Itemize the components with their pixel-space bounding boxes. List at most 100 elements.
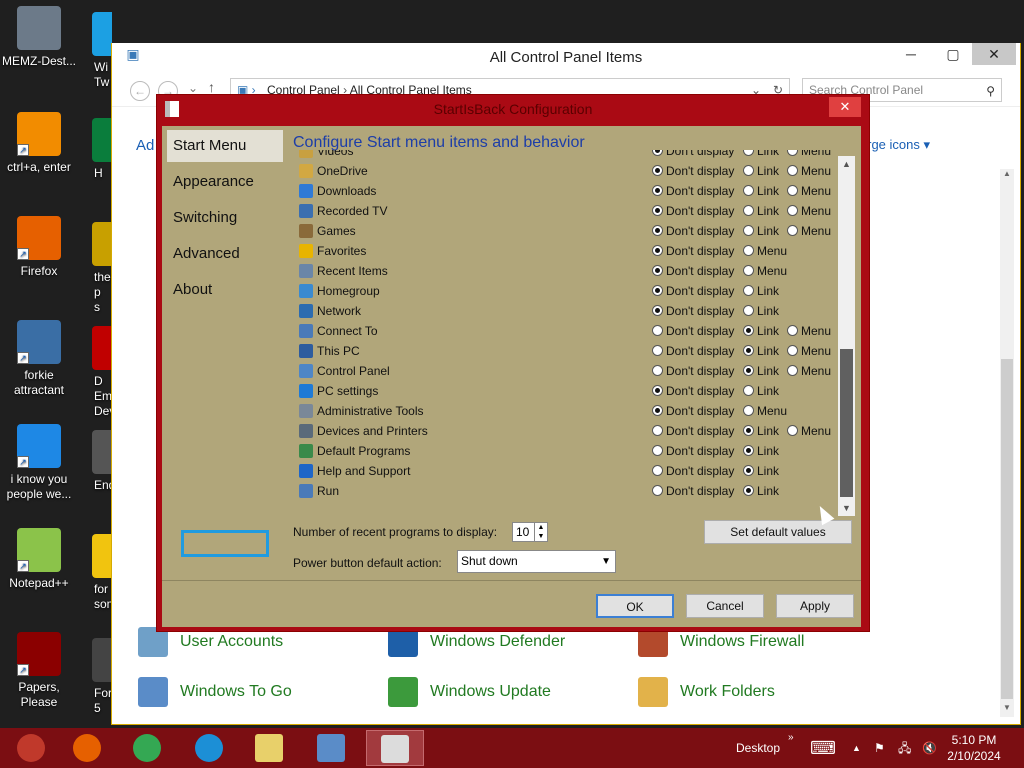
radio-button-icon[interactable] bbox=[652, 345, 663, 356]
radio-menu[interactable]: Menu bbox=[743, 244, 787, 258]
radio-button-icon[interactable] bbox=[652, 265, 663, 276]
radio-menu[interactable]: Menu bbox=[787, 150, 831, 158]
close-button[interactable]: ✕ bbox=[972, 43, 1016, 65]
radio-button-icon[interactable] bbox=[652, 445, 663, 456]
desktop-icon-partial-6[interactable]: Forza 5 bbox=[82, 638, 112, 716]
radio-don-t-display[interactable]: Don't display bbox=[652, 204, 734, 218]
radio-link[interactable]: Link bbox=[743, 284, 779, 298]
taskbar-firefox[interactable] bbox=[58, 730, 116, 766]
radio-link[interactable]: Link bbox=[743, 444, 779, 458]
taskbar-edge[interactable] bbox=[180, 730, 238, 766]
radio-button-icon[interactable] bbox=[743, 205, 754, 216]
radio-don-t-display[interactable]: Don't display bbox=[652, 324, 734, 338]
toolbar-expand-icon[interactable]: » bbox=[788, 728, 794, 768]
radio-don-t-display[interactable]: Don't display bbox=[652, 424, 734, 438]
keyboard-icon[interactable]: ⌨ bbox=[810, 728, 836, 768]
desktop-icon-partial-0[interactable]: Wi Tw bbox=[82, 12, 112, 90]
radio-don-t-display[interactable]: Don't display bbox=[652, 284, 734, 298]
cp-item-windows-update[interactable]: Windows Update bbox=[388, 677, 551, 707]
desktop-icon-partial-1[interactable]: H bbox=[82, 118, 112, 181]
ok-button[interactable]: OK bbox=[596, 594, 674, 618]
radio-button-icon[interactable] bbox=[743, 465, 754, 476]
desktop-icon-partial-5[interactable]: for some bbox=[82, 534, 112, 612]
radio-button-icon[interactable] bbox=[787, 225, 798, 236]
desktop-icon-3[interactable]: ↗ forkie attractant bbox=[0, 320, 78, 398]
radio-link[interactable]: Link bbox=[743, 344, 779, 358]
network-icon[interactable]: 🖧 bbox=[898, 728, 911, 768]
items-scrollbar-thumb[interactable] bbox=[840, 349, 853, 497]
radio-button-icon[interactable] bbox=[652, 405, 663, 416]
radio-button-icon[interactable] bbox=[743, 305, 754, 316]
radio-don-t-display[interactable]: Don't display bbox=[652, 264, 734, 278]
radio-button-icon[interactable] bbox=[652, 325, 663, 336]
tab-appearance[interactable]: Appearance bbox=[167, 166, 283, 198]
radio-button-icon[interactable] bbox=[787, 150, 798, 156]
radio-button-icon[interactable] bbox=[743, 285, 754, 296]
radio-don-t-display[interactable]: Don't display bbox=[652, 184, 734, 198]
radio-button-icon[interactable] bbox=[787, 425, 798, 436]
set-default-values-button[interactable]: Set default values bbox=[704, 520, 852, 544]
radio-button-icon[interactable] bbox=[652, 465, 663, 476]
radio-don-t-display[interactable]: Don't display bbox=[652, 384, 734, 398]
desktop-icon-partial-2[interactable]: the p s bbox=[82, 222, 112, 315]
radio-menu[interactable]: Menu bbox=[787, 164, 831, 178]
radio-link[interactable]: Link bbox=[743, 324, 779, 338]
view-by-dropdown[interactable]: rge icons ▾ bbox=[867, 137, 930, 153]
radio-button-icon[interactable] bbox=[787, 365, 798, 376]
desktop-toolbar-label[interactable]: Desktop bbox=[736, 728, 780, 768]
desktop-icon-2[interactable]: ↗ Firefox bbox=[0, 216, 78, 279]
radio-menu[interactable]: Menu bbox=[787, 184, 831, 198]
tab-switching[interactable]: Switching bbox=[167, 202, 283, 234]
taskbar-user-chat[interactable] bbox=[240, 730, 298, 766]
radio-button-icon[interactable] bbox=[743, 325, 754, 336]
up-button[interactable]: ↑ bbox=[208, 79, 215, 95]
cancel-button[interactable]: Cancel bbox=[686, 594, 764, 618]
radio-menu[interactable]: Menu bbox=[787, 224, 831, 238]
taskbar-control-panel[interactable] bbox=[302, 730, 360, 766]
radio-button-icon[interactable] bbox=[652, 205, 663, 216]
back-button[interactable]: ← bbox=[130, 81, 150, 101]
radio-link[interactable]: Link bbox=[743, 484, 779, 498]
radio-don-t-display[interactable]: Don't display bbox=[652, 304, 734, 318]
volume-muted-icon[interactable]: 🔇 bbox=[922, 728, 937, 768]
radio-link[interactable]: Link bbox=[743, 384, 779, 398]
radio-button-icon[interactable] bbox=[743, 265, 754, 276]
radio-link[interactable]: Link bbox=[743, 204, 779, 218]
recent-programs-value[interactable]: 10 bbox=[516, 525, 529, 539]
radio-link[interactable]: Link bbox=[743, 364, 779, 378]
desktop-icon-5[interactable]: ↗ Notepad++ bbox=[0, 528, 78, 591]
radio-link[interactable]: Link bbox=[743, 224, 779, 238]
radio-button-icon[interactable] bbox=[652, 285, 663, 296]
radio-link[interactable]: Link bbox=[743, 150, 779, 158]
dialog-close-button[interactable]: ✕ bbox=[829, 97, 861, 117]
radio-button-icon[interactable] bbox=[743, 225, 754, 236]
taskbar-start[interactable] bbox=[2, 730, 60, 766]
power-action-select[interactable]: Shut down ▼ bbox=[457, 550, 616, 573]
radio-button-icon[interactable] bbox=[743, 485, 754, 496]
radio-don-t-display[interactable]: Don't display bbox=[652, 150, 734, 158]
radio-button-icon[interactable] bbox=[787, 205, 798, 216]
spinner-arrows-icon[interactable]: ▲ ▼ bbox=[534, 523, 547, 541]
radio-button-icon[interactable] bbox=[652, 225, 663, 236]
radio-menu[interactable]: Menu bbox=[787, 324, 831, 338]
radio-don-t-display[interactable]: Don't display bbox=[652, 364, 734, 378]
radio-button-icon[interactable] bbox=[787, 325, 798, 336]
radio-button-icon[interactable] bbox=[743, 245, 754, 256]
radio-don-t-display[interactable]: Don't display bbox=[652, 224, 734, 238]
show-hidden-icons-icon[interactable]: ▲ bbox=[852, 728, 861, 768]
radio-button-icon[interactable] bbox=[743, 385, 754, 396]
radio-don-t-display[interactable]: Don't display bbox=[652, 404, 734, 418]
tab-start-menu[interactable]: Start Menu bbox=[167, 130, 283, 162]
radio-menu[interactable]: Menu bbox=[787, 344, 831, 358]
action-center-flag-icon[interactable]: ⚑ bbox=[874, 728, 885, 768]
tab-advanced[interactable]: Advanced bbox=[167, 238, 283, 270]
radio-don-t-display[interactable]: Don't display bbox=[652, 344, 734, 358]
radio-button-icon[interactable] bbox=[652, 305, 663, 316]
radio-button-icon[interactable] bbox=[743, 405, 754, 416]
scroll-down-arrow[interactable]: ▼ bbox=[838, 500, 855, 516]
radio-button-icon[interactable] bbox=[652, 150, 663, 156]
radio-button-icon[interactable] bbox=[743, 425, 754, 436]
radio-button-icon[interactable] bbox=[743, 345, 754, 356]
radio-button-icon[interactable] bbox=[652, 185, 663, 196]
cp-item-windows-to-go[interactable]: Windows To Go bbox=[138, 677, 292, 707]
